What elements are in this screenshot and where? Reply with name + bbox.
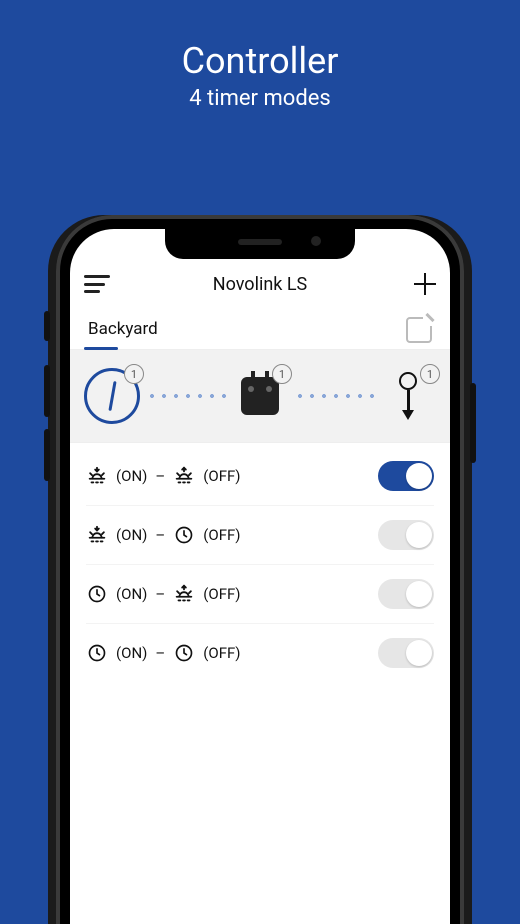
phone-side-button (44, 311, 50, 341)
sunrise-icon (173, 583, 195, 605)
mode-label: (ON)– (OFF) (86, 465, 241, 487)
tab-indicator (84, 347, 118, 350)
sunset-icon (86, 465, 108, 487)
device-controller[interactable]: 1 (82, 366, 142, 426)
app-bar: Novolink LS (70, 259, 450, 309)
phone-side-button (44, 429, 50, 481)
phone-side-button (470, 383, 476, 463)
mode-label: (ON)– (OFF) (86, 524, 241, 546)
dash-text: – (155, 644, 165, 662)
mode-row: (ON)– (OFF) (86, 624, 434, 682)
sunrise-icon (173, 465, 195, 487)
app-title: Novolink LS (213, 274, 308, 295)
device-badge: 1 (272, 364, 292, 384)
mode-label: (ON)– (OFF) (86, 642, 241, 664)
device-transformer[interactable]: 1 (230, 366, 290, 426)
on-text: (ON) (116, 467, 147, 485)
mode-row: (ON)– (OFF) (86, 506, 434, 565)
device-badge: 1 (124, 364, 144, 384)
clock-icon (86, 583, 108, 605)
off-text: (OFF) (203, 644, 240, 662)
mode-toggle[interactable] (378, 461, 434, 491)
phone-side-button (44, 365, 50, 417)
off-text: (OFF) (203, 585, 240, 603)
mode-row: (ON)– (OFF) (86, 565, 434, 624)
connector-dots (294, 394, 374, 398)
off-text: (OFF) (203, 467, 240, 485)
clock-icon (173, 524, 195, 546)
on-text: (ON) (116, 644, 147, 662)
clock-icon (173, 642, 195, 664)
mode-toggle[interactable] (378, 638, 434, 668)
menu-icon[interactable] (84, 275, 110, 293)
connector-dots (146, 394, 226, 398)
tabs-row: Backyard (70, 309, 450, 350)
dash-text: – (155, 467, 165, 485)
mode-toggle[interactable] (378, 579, 434, 609)
modes-list: (ON)–(OFF)(ON)–(OFF)(ON)–(OFF)(ON)–(OFF) (70, 443, 450, 682)
mode-row: (ON)– (OFF) (86, 447, 434, 506)
device-badge: 1 (420, 364, 440, 384)
mode-toggle[interactable] (378, 520, 434, 550)
phone-screen: Novolink LS Backyard 1 1 (70, 229, 450, 924)
clock-icon (86, 642, 108, 664)
mode-label: (ON)– (OFF) (86, 583, 241, 605)
device-ribbon: 1 1 1 (70, 350, 450, 443)
sunset-icon (86, 524, 108, 546)
on-text: (ON) (116, 526, 147, 544)
phone-frame: Novolink LS Backyard 1 1 (56, 215, 464, 924)
hero-subtitle: 4 timer modes (0, 86, 520, 111)
marketing-header: Controller 4 timer modes (0, 40, 520, 111)
edit-icon[interactable] (406, 317, 432, 343)
hero-title: Controller (0, 40, 520, 82)
off-text: (OFF) (203, 526, 240, 544)
phone-notch (165, 229, 355, 259)
dash-text: – (155, 526, 165, 544)
device-light[interactable]: 1 (378, 366, 438, 426)
on-text: (ON) (116, 585, 147, 603)
dash-text: – (155, 585, 165, 603)
tab-backyard[interactable]: Backyard (88, 319, 158, 349)
add-icon[interactable] (414, 273, 436, 295)
